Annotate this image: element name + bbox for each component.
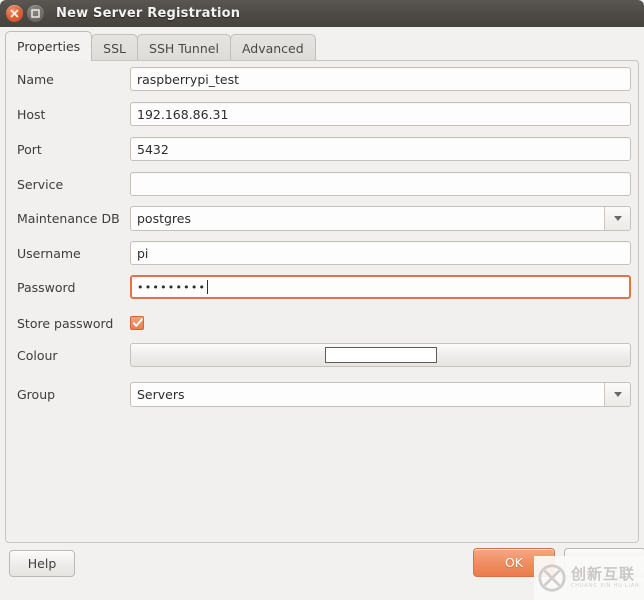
service-input[interactable] — [130, 172, 631, 196]
row-host: Host 192.168.86.31 — [6, 102, 640, 126]
row-group: Group Servers — [6, 382, 640, 406]
chevron-down-icon — [614, 392, 622, 397]
store-password-checkbox[interactable] — [130, 316, 144, 330]
label-port: Port — [6, 142, 130, 157]
row-store-password: Store password — [6, 311, 640, 335]
title-bar: New Server Registration — [0, 0, 644, 27]
row-port: Port 5432 — [6, 137, 640, 161]
row-colour: Colour — [6, 343, 640, 367]
ok-button[interactable]: OK — [473, 548, 555, 577]
group-value: Servers — [131, 383, 604, 406]
password-input[interactable]: ••••••••• — [130, 275, 631, 299]
tab-ssl[interactable]: SSL — [91, 34, 138, 61]
label-name: Name — [6, 72, 130, 87]
maximize-icon[interactable] — [27, 5, 44, 22]
username-input[interactable]: pi — [130, 241, 631, 265]
tab-advanced[interactable]: Advanced — [230, 34, 316, 61]
tab-ssl-label: SSL — [103, 41, 126, 56]
tab-advanced-label: Advanced — [242, 41, 304, 56]
tab-properties-label: Properties — [17, 39, 80, 54]
colour-swatch[interactable] — [325, 347, 437, 363]
label-group: Group — [6, 387, 130, 402]
group-combobox[interactable]: Servers — [130, 382, 631, 407]
tab-properties[interactable]: Properties — [5, 31, 92, 61]
tab-ssh-tunnel[interactable]: SSH Tunnel — [137, 34, 231, 61]
watermark-subtitle: CHUANG XIN HU LIAN — [571, 584, 640, 589]
help-button[interactable]: Help — [9, 550, 75, 577]
label-password: Password — [6, 280, 130, 295]
port-input[interactable]: 5432 — [130, 137, 631, 161]
host-input[interactable]: 192.168.86.31 — [130, 102, 631, 126]
maintenance-db-value: postgres — [131, 207, 604, 230]
cancel-button[interactable] — [564, 548, 644, 577]
row-name: Name raspberrypi_test — [6, 67, 640, 91]
label-service: Service — [6, 177, 130, 192]
chevron-down-icon — [614, 216, 622, 221]
row-username: Username pi — [6, 241, 640, 265]
row-password: Password ••••••••• — [6, 275, 640, 299]
tab-bar: Properties SSL SSH Tunnel Advanced — [5, 31, 315, 61]
maintenance-db-combobox[interactable]: postgres — [130, 206, 631, 231]
maintenance-db-dropdown-button[interactable] — [604, 207, 630, 230]
close-icon[interactable] — [6, 5, 23, 22]
label-username: Username — [6, 246, 130, 261]
new-server-registration-dialog: New Server Registration Properties SSL S… — [0, 0, 644, 600]
tab-ssh-tunnel-label: SSH Tunnel — [149, 41, 219, 56]
name-input[interactable]: raspberrypi_test — [130, 67, 631, 91]
window-title: New Server Registration — [56, 6, 240, 21]
password-masked-value: ••••••••• — [137, 282, 206, 293]
label-store-password: Store password — [6, 316, 130, 331]
text-caret — [207, 280, 208, 294]
label-colour: Colour — [6, 348, 130, 363]
properties-tab-panel: Name raspberrypi_test Host 192.168.86.31… — [5, 60, 639, 543]
row-service: Service — [6, 172, 640, 196]
row-maintenance-db: Maintenance DB postgres — [6, 206, 640, 230]
colour-picker-button[interactable] — [130, 343, 631, 367]
label-host: Host — [6, 107, 130, 122]
label-maintenance-db: Maintenance DB — [6, 211, 130, 226]
group-dropdown-button[interactable] — [604, 383, 630, 406]
